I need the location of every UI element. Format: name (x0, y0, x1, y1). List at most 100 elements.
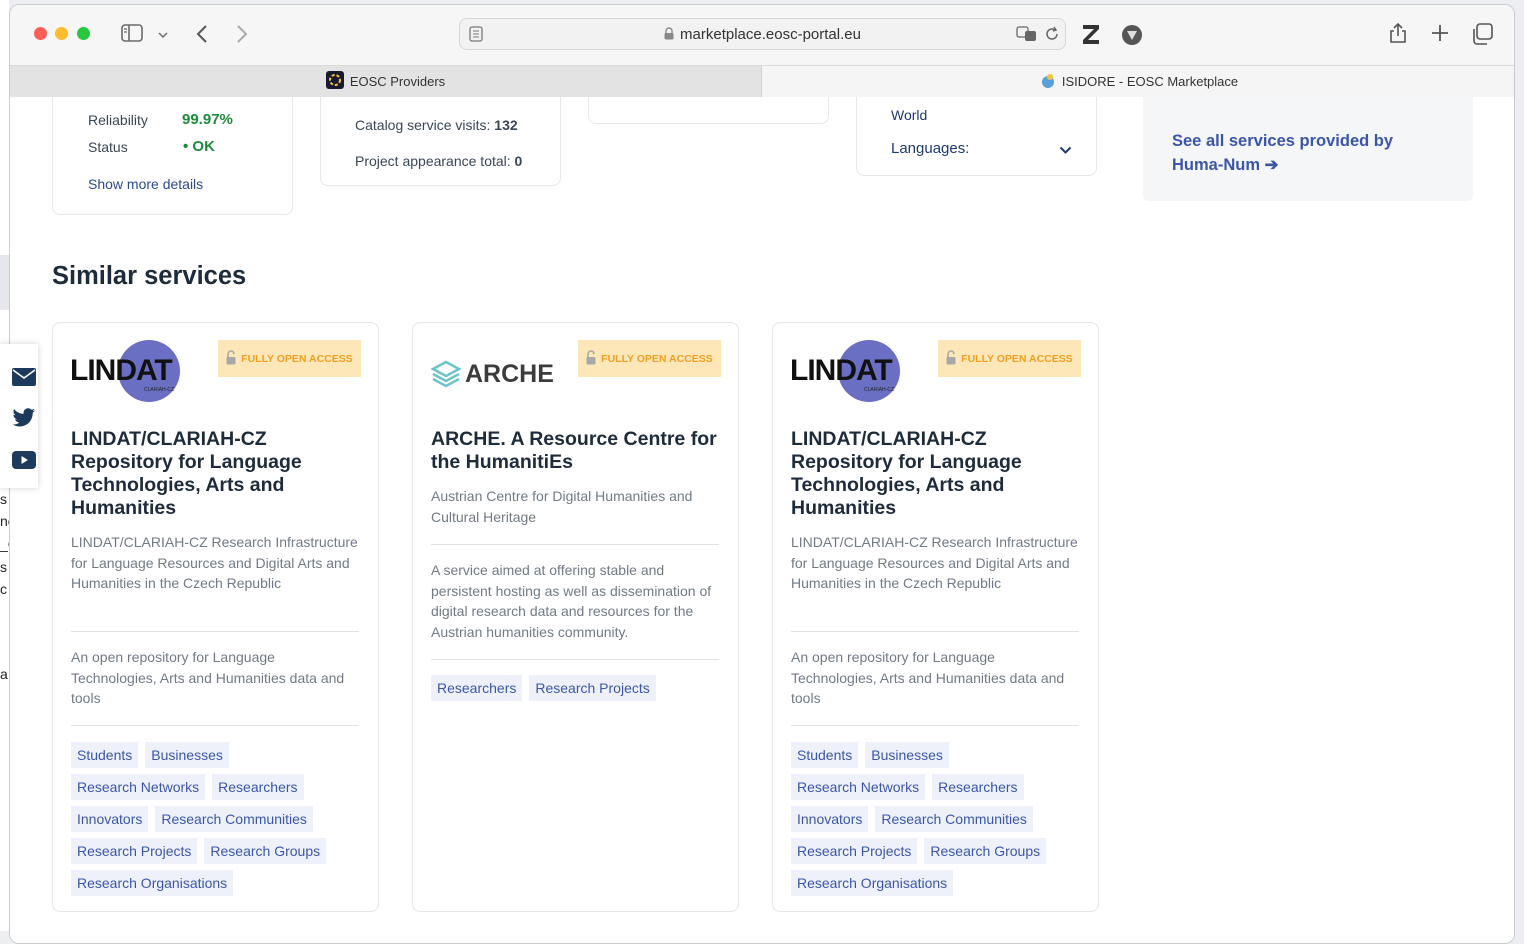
lock-icon (664, 27, 674, 44)
target-users-tags: Researchers Research Projects (431, 675, 727, 701)
service-organisation: LINDAT/CLARIAH-CZ Research Infrastructur… (791, 534, 1078, 591)
close-window-button[interactable] (34, 27, 47, 40)
open-access-badge: FULLY OPEN ACCESS (938, 340, 1081, 377)
forward-arrow-icon[interactable] (235, 24, 249, 49)
target-users-tags: Students Businesses Research Networks Re… (791, 742, 1087, 896)
sidebar-toggle-icon[interactable] (121, 24, 143, 47)
open-access-badge: FULLY OPEN ACCESS (218, 340, 361, 377)
browser-window: marketplace.eosc-portal.eu EOSC Provider… (9, 4, 1515, 944)
divider (791, 725, 1079, 726)
similar-services-heading: Similar services (52, 262, 247, 290)
zotero-extension-icon[interactable] (1082, 23, 1100, 50)
new-tab-icon[interactable] (1431, 24, 1449, 47)
open-access-badge: FULLY OPEN ACCESS (578, 340, 721, 377)
service-title[interactable]: LINDAT/CLARIAH-CZ Repository for Languag… (71, 428, 361, 520)
arche-logo-icon (431, 360, 461, 388)
service-organisation: Austrian Centre for Digital Humanities a… (431, 488, 693, 525)
similar-service-card[interactable]: ARCHE FULLY OPEN ACCESS ARCHE. A Resourc… (412, 322, 739, 912)
minimize-window-button[interactable] (55, 27, 68, 40)
reload-icon[interactable] (1044, 26, 1060, 47)
service-organisation: LINDAT/CLARIAH-CZ Research Infrastructur… (71, 534, 358, 591)
youtube-icon[interactable] (12, 451, 36, 474)
tag-students[interactable]: Students (791, 742, 859, 768)
service-title[interactable]: ARCHE. A Resource Centre for the Humanit… (431, 428, 721, 474)
info-card (588, 97, 829, 124)
usage-card: Catalog service visits: 132 Project appe… (320, 97, 561, 186)
tag-researchers[interactable]: Researchers (932, 774, 1024, 800)
catalog-visits: Catalog service visits: 132 (355, 117, 518, 133)
shield-extension-icon[interactable] (1121, 24, 1143, 51)
background-text-fragment: c (0, 581, 7, 597)
tag-research-projects[interactable]: Research Projects (71, 838, 198, 864)
reliability-value: 99.97% (182, 111, 233, 128)
back-arrow-icon[interactable] (195, 24, 209, 49)
divider (71, 725, 359, 726)
open-lock-icon (226, 349, 236, 368)
tag-businesses[interactable]: Businesses (145, 742, 229, 768)
zoom-window-button[interactable] (77, 27, 90, 40)
provider-box: See all services provided by Huma-Num ➔ (1143, 97, 1473, 201)
twitter-icon[interactable] (12, 408, 36, 433)
reliability-label: Reliability (88, 112, 148, 128)
background-text-fragment: s (0, 559, 7, 575)
browser-toolbar: marketplace.eosc-portal.eu (10, 5, 1514, 65)
tag-research-projects[interactable]: Research Projects (529, 675, 656, 701)
chevron-down-icon[interactable] (158, 27, 168, 45)
languages-label: Languages: (891, 140, 970, 157)
tab-isidore[interactable]: ISIDORE - EOSC Marketplace (762, 66, 1514, 97)
share-icon[interactable] (1389, 22, 1407, 49)
tag-research-groups[interactable]: Research Groups (924, 838, 1047, 864)
tag-research-networks[interactable]: Research Networks (71, 774, 206, 800)
service-description: A service aimed at offering stable and p… (431, 562, 712, 640)
lindat-logo: LINDAT CLARIAH-CZ (790, 340, 950, 406)
tag-research-communities[interactable]: Research Communities (155, 806, 313, 832)
tag-research-organisations[interactable]: Research Organisations (71, 870, 234, 896)
divider (431, 544, 719, 545)
tag-researchers[interactable]: Researchers (212, 774, 304, 800)
similar-service-card[interactable]: LINDAT CLARIAH-CZ FULLY OPEN ACCESS LIND… (52, 322, 379, 912)
tag-students[interactable]: Students (71, 742, 139, 768)
translate-icon[interactable] (1016, 25, 1038, 48)
tag-research-groups[interactable]: Research Groups (204, 838, 327, 864)
tag-research-communities[interactable]: Research Communities (875, 806, 1033, 832)
tag-businesses[interactable]: Businesses (865, 742, 949, 768)
status-label: Status (88, 139, 128, 155)
lindat-logo: LINDAT CLARIAH-CZ (70, 340, 230, 406)
project-appearance: Project appearance total: 0 (355, 153, 523, 169)
tab-overview-icon[interactable] (1471, 23, 1493, 50)
tag-research-organisations[interactable]: Research Organisations (791, 870, 954, 896)
address-bar[interactable]: marketplace.eosc-portal.eu (459, 18, 1066, 50)
metrics-card: Reliability 99.97% Status • OK Show more… (52, 97, 293, 215)
similar-service-card[interactable]: LINDAT CLARIAH-CZ FULLY OPEN ACCESS LIND… (772, 322, 1099, 912)
arche-logo: ARCHE (431, 357, 571, 391)
mail-icon[interactable] (12, 368, 36, 391)
divider (431, 659, 719, 660)
geographic-availability-value: World (891, 107, 928, 123)
tag-research-projects[interactable]: Research Projects (791, 838, 918, 864)
service-title[interactable]: LINDAT/CLARIAH-CZ Repository for Languag… (791, 428, 1081, 520)
status-value: • OK (183, 138, 215, 155)
tag-innovators[interactable]: Innovators (71, 806, 149, 832)
service-description: An open repository for Language Technolo… (791, 649, 1065, 706)
see-all-services-link[interactable]: See all services provided by Huma-Num ➔ (1172, 129, 1412, 177)
divider (791, 631, 1079, 632)
divider (71, 631, 359, 632)
background-text-fragment: a (0, 666, 8, 682)
target-users-tags: Students Businesses Research Networks Re… (71, 742, 367, 896)
url-text: marketplace.eosc-portal.eu (460, 26, 1065, 44)
chevron-down-icon[interactable] (1059, 142, 1072, 160)
tag-researchers[interactable]: Researchers (431, 675, 523, 701)
service-description: An open repository for Language Technolo… (71, 649, 345, 706)
open-lock-icon (946, 349, 956, 368)
background-text-fragment: s (0, 491, 7, 507)
tag-research-networks[interactable]: Research Networks (791, 774, 926, 800)
tab-eosc-providers[interactable]: EOSC Providers (10, 66, 762, 97)
tab-bar: EOSC Providers ISIDORE - EOSC Marketplac… (10, 65, 1514, 97)
geo-card: World Languages: (856, 97, 1097, 176)
page-content: Reliability 99.97% Status • OK Show more… (10, 97, 1514, 943)
show-more-details-link[interactable]: Show more details (88, 176, 203, 192)
arrow-right-icon: ➔ (1264, 156, 1279, 174)
open-lock-icon (586, 349, 596, 368)
social-share-bar (0, 344, 38, 488)
tag-innovators[interactable]: Innovators (791, 806, 869, 832)
